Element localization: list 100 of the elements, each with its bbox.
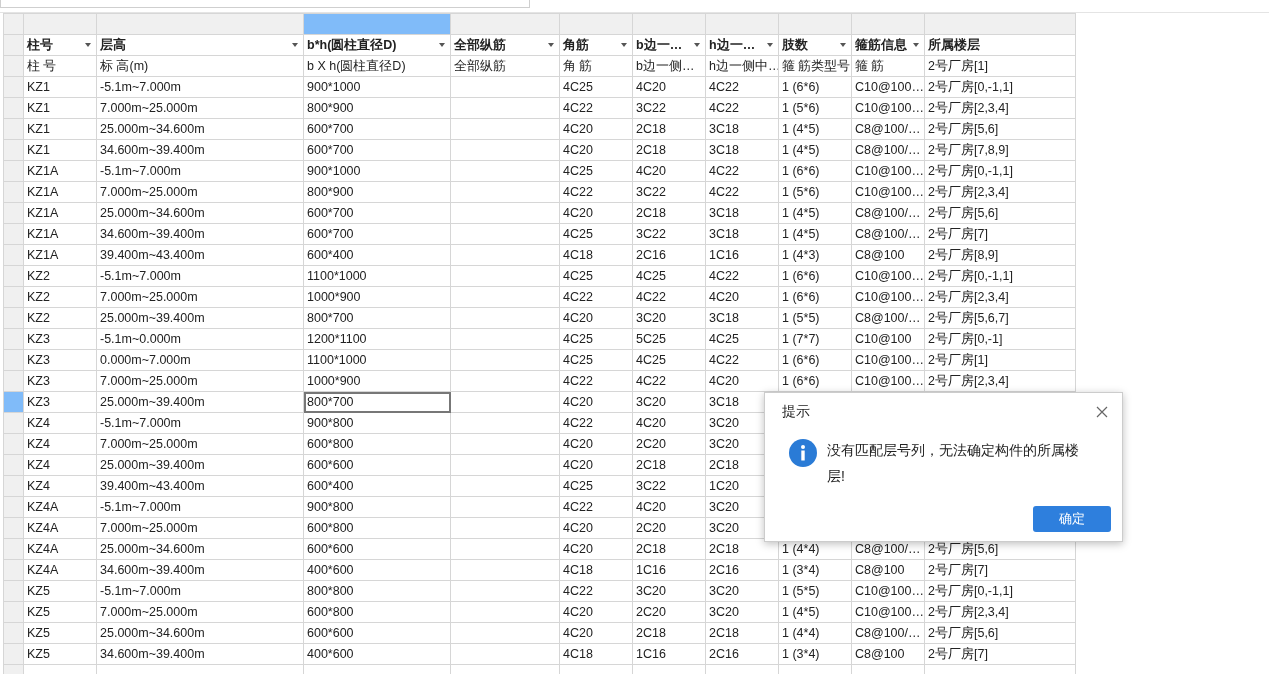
input-field[interactable] <box>0 0 530 8</box>
column-header[interactable]: b边一… <box>633 35 706 56</box>
table-cell: 400*600 <box>304 560 451 581</box>
table-cell: 900*1000 <box>304 161 451 182</box>
row-header[interactable] <box>4 203 24 224</box>
dropdown-caret-icon[interactable] <box>292 43 298 47</box>
dropdown-caret-icon[interactable] <box>85 43 91 47</box>
row-header[interactable] <box>4 455 24 476</box>
row-header[interactable] <box>4 35 24 56</box>
dropdown-caret-icon[interactable] <box>621 43 627 47</box>
table-cell: 2号厂房[2,3,4] <box>925 182 1076 203</box>
dialog-message: 没有匹配层号列，无法确定构件的所属楼层! <box>827 441 1080 486</box>
column-header[interactable]: b*h(圆柱直径D) <box>304 35 451 56</box>
row-header[interactable] <box>4 287 24 308</box>
row-header[interactable] <box>4 371 24 392</box>
table-cell: 600*700 <box>304 224 451 245</box>
table-cell: 2C18 <box>633 455 706 476</box>
dropdown-caret-icon[interactable] <box>439 43 445 47</box>
ok-button[interactable]: 确定 <box>1033 506 1111 532</box>
row-header[interactable] <box>4 224 24 245</box>
row-header[interactable] <box>4 539 24 560</box>
column-header[interactable]: 层高 <box>97 35 304 56</box>
dropdown-caret-icon[interactable] <box>840 43 846 47</box>
table-cell: 600*400 <box>304 245 451 266</box>
table-cell: 600*400 <box>304 476 451 497</box>
column-selector[interactable] <box>633 14 706 35</box>
column-selector[interactable] <box>24 14 97 35</box>
table-cell: KZ1 <box>24 119 97 140</box>
row-header[interactable] <box>4 77 24 98</box>
row-header[interactable] <box>4 518 24 539</box>
row-header[interactable] <box>4 308 24 329</box>
column-selector[interactable] <box>779 14 852 35</box>
row-header[interactable] <box>4 581 24 602</box>
row-header[interactable] <box>4 182 24 203</box>
table-cell: 600*700 <box>304 203 451 224</box>
row-header[interactable] <box>4 56 24 77</box>
row-header[interactable] <box>4 140 24 161</box>
table-cell: -5.1m~7.000m <box>97 497 304 518</box>
column-selector[interactable] <box>97 14 304 35</box>
row-header[interactable] <box>4 392 24 413</box>
table-cell: 1 (4*5) <box>779 119 852 140</box>
column-selector[interactable] <box>706 14 779 35</box>
table-cell: 4C25 <box>560 224 633 245</box>
table-cell: b X h(圆柱直径D) <box>304 56 451 77</box>
row-header[interactable] <box>4 623 24 644</box>
table-cell: 4C22 <box>560 98 633 119</box>
table-cell: 2C20 <box>633 434 706 455</box>
table-cell: 4C25 <box>560 266 633 287</box>
column-selector[interactable] <box>304 14 451 35</box>
column-header[interactable]: h边一… <box>706 35 779 56</box>
table-cell: 4C20 <box>633 161 706 182</box>
dropdown-caret-icon[interactable] <box>913 43 919 47</box>
column-header[interactable]: 角筋 <box>560 35 633 56</box>
column-header[interactable]: 全部纵筋 <box>451 35 560 56</box>
table-cell: 3C18 <box>706 140 779 161</box>
dropdown-caret-icon[interactable] <box>767 43 773 47</box>
row-header[interactable] <box>4 476 24 497</box>
row-header[interactable] <box>4 245 24 266</box>
table-cell: 4C25 <box>633 266 706 287</box>
column-header[interactable]: 肢数 <box>779 35 852 56</box>
column-header[interactable]: 箍筋信息 <box>852 35 925 56</box>
row-header[interactable] <box>4 497 24 518</box>
column-selector[interactable] <box>925 14 1076 35</box>
row-header[interactable] <box>4 329 24 350</box>
close-icon[interactable] <box>1096 406 1108 418</box>
table-cell: 4C20 <box>560 623 633 644</box>
table-cell: 25.000m~34.600m <box>97 623 304 644</box>
column-header[interactable]: 柱号 <box>24 35 97 56</box>
table-cell: 34.600m~39.400m <box>97 644 304 665</box>
table-cell: 4C20 <box>633 413 706 434</box>
table-cell: 800*700 <box>304 308 451 329</box>
column-header[interactable]: 所属楼层 <box>925 35 1076 56</box>
row-header[interactable] <box>4 413 24 434</box>
table-cell: 2C16 <box>706 644 779 665</box>
table-cell: 1000*900 <box>304 371 451 392</box>
table-cell: 1 (5*5) <box>779 581 852 602</box>
row-header[interactable] <box>4 161 24 182</box>
table-cell: -5.1m~7.000m <box>97 413 304 434</box>
row-header[interactable] <box>4 602 24 623</box>
dropdown-caret-icon[interactable] <box>694 43 700 47</box>
row-header[interactable] <box>4 434 24 455</box>
row-header[interactable] <box>4 119 24 140</box>
table-cell: 39.400m~43.400m <box>97 245 304 266</box>
table-cell: KZ1 <box>24 98 97 119</box>
column-selector[interactable] <box>852 14 925 35</box>
table-cell: 2C18 <box>633 140 706 161</box>
table-cell: 4C20 <box>560 119 633 140</box>
table-cell: 3C20 <box>633 392 706 413</box>
row-header[interactable] <box>4 350 24 371</box>
table-cell: KZ3 <box>24 350 97 371</box>
row-header[interactable] <box>4 644 24 665</box>
column-selector[interactable] <box>451 14 560 35</box>
table-cell: 2C20 <box>633 518 706 539</box>
row-header[interactable] <box>4 98 24 119</box>
table-cell: 1 (5*6) <box>779 182 852 203</box>
row-header[interactable] <box>4 266 24 287</box>
table-cell: 4C25 <box>560 77 633 98</box>
column-selector[interactable] <box>560 14 633 35</box>
dropdown-caret-icon[interactable] <box>548 43 554 47</box>
row-header[interactable] <box>4 560 24 581</box>
